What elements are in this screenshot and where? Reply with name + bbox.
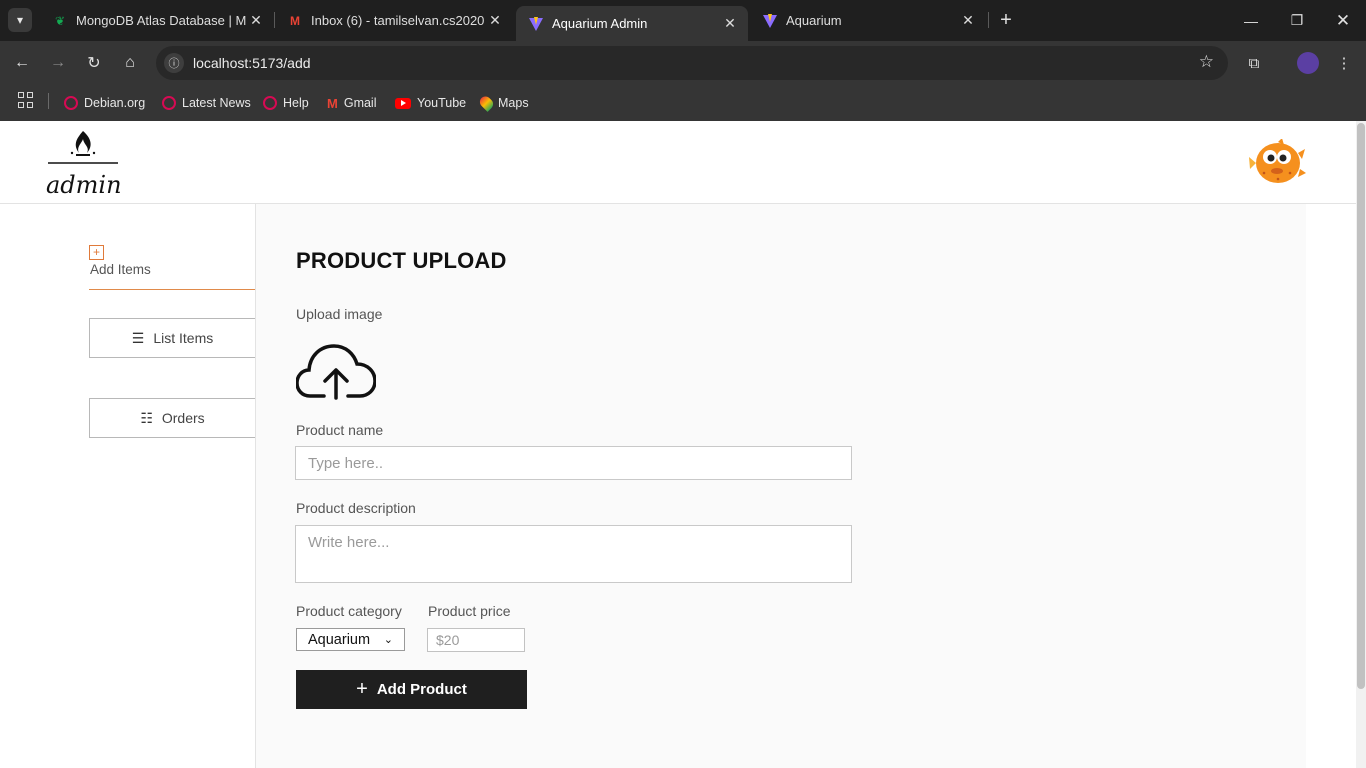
cloud-upload-icon[interactable] <box>295 344 377 400</box>
page: admin + Add Items ☰ List Items ☷ Orders <box>0 121 1356 768</box>
tab-title: Inbox (6) - tamilselvan.cs2020@ <box>311 13 485 28</box>
product-name-input[interactable]: Type here.. <box>295 446 852 480</box>
bookmark-latest-news[interactable]: Latest News <box>162 92 251 114</box>
gmail-icon: M <box>327 95 338 111</box>
product-price-input[interactable]: $20 <box>427 628 525 652</box>
product-price-label: Product price <box>428 603 511 619</box>
sidebar-item-label: Orders <box>161 410 205 426</box>
pufferfish-avatar[interactable] <box>1248 138 1306 187</box>
close-icon[interactable]: ✕ <box>958 12 978 29</box>
youtube-icon <box>395 97 411 109</box>
debian-icon <box>263 96 277 110</box>
maps-pin-icon <box>477 94 496 112</box>
tab-title: MongoDB Atlas Database | Mul <box>76 13 246 28</box>
bookmark-label: YouTube <box>417 96 467 110</box>
window-close-icon[interactable]: ✕ <box>1320 0 1366 41</box>
sidebar-item-orders[interactable]: ☷ Orders <box>89 398 255 438</box>
admin-logo: admin <box>46 129 122 199</box>
product-description-label: Product description <box>296 500 416 516</box>
product-category-select[interactable]: Aquarium ⌄ <box>296 628 405 651</box>
browser-toolbar: ← → ↻ ⌂ ⓘ localhost:5173/add ☆ ⧉ ⋮ <box>0 41 1366 85</box>
product-description-textarea[interactable]: Write here... <box>295 525 852 583</box>
close-icon[interactable]: ✕ <box>485 12 505 29</box>
gmail-icon: M <box>290 13 300 28</box>
sidebar: + Add Items ☰ List Items ☷ Orders <box>0 204 256 768</box>
chevron-down-icon: ⌄ <box>383 634 393 646</box>
url-text[interactable]: localhost:5173/add <box>193 55 311 71</box>
extensions-icon[interactable]: ⧉ <box>1242 51 1266 75</box>
bookmark-label: Latest News <box>182 96 251 110</box>
category-selected-value: Aquarium <box>308 631 371 648</box>
mongodb-leaf-icon: ❦ <box>54 13 66 28</box>
close-icon[interactable]: ✕ <box>246 12 266 29</box>
sidebar-item-add-items[interactable]: + Add Items <box>89 242 255 290</box>
close-icon[interactable]: ✕ <box>720 15 740 32</box>
profile-avatar[interactable] <box>1297 52 1319 74</box>
flame-icon <box>48 131 118 164</box>
product-category-label: Product category <box>296 603 402 619</box>
bookmark-help[interactable]: Help <box>263 92 309 114</box>
page-title: PRODUCT UPLOAD <box>296 248 507 273</box>
bookmark-youtube[interactable]: YouTube <box>395 92 466 114</box>
sidebar-item-list-items[interactable]: ☰ List Items <box>89 318 255 358</box>
bookmark-label: Maps <box>498 96 529 110</box>
debian-icon <box>162 96 176 110</box>
restore-icon[interactable]: ❐ <box>1274 0 1320 41</box>
reload-icon[interactable]: ↻ <box>81 50 107 76</box>
tab-title: Aquarium Admin <box>552 16 648 31</box>
bookmark-gmail[interactable]: M Gmail <box>327 92 377 114</box>
add-product-button[interactable]: + Add Product <box>296 670 527 709</box>
address-bar[interactable]: ⓘ localhost:5173/add ☆ <box>156 46 1228 80</box>
debian-icon <box>64 96 78 110</box>
apps-grid-icon[interactable] <box>18 92 34 108</box>
bookmark-star-icon[interactable]: ☆ <box>1199 52 1214 72</box>
plus-icon: + <box>356 678 368 700</box>
tab-mongodb[interactable]: ❦ MongoDB Atlas Database | Mul ✕ <box>40 0 274 41</box>
product-name-label: Product name <box>296 422 384 438</box>
upload-image-label: Upload image <box>296 306 383 322</box>
add-product-label: Add Product <box>376 681 467 698</box>
admin-header: admin <box>0 121 1356 204</box>
menu-kebab-icon[interactable]: ⋮ <box>1332 51 1356 75</box>
orders-checklist-icon: ☷ <box>140 409 153 426</box>
bookmark-maps[interactable]: Maps <box>477 92 529 114</box>
tab-aquarium[interactable]: Aquarium ✕ <box>750 0 986 41</box>
site-info-icon[interactable]: ⓘ <box>164 53 184 73</box>
tab-aquarium-admin[interactable]: Aquarium Admin ✕ <box>516 6 748 41</box>
vite-icon <box>762 13 778 29</box>
logo-text: admin <box>46 171 122 199</box>
minimize-icon[interactable]: — <box>1228 0 1274 41</box>
bookmark-label: Help <box>283 96 309 110</box>
list-icon: ☰ <box>131 329 145 346</box>
tab-title: Aquarium <box>786 13 842 28</box>
tab-search-icon[interactable]: ▾ <box>8 8 32 32</box>
new-tab-icon[interactable]: + <box>994 8 1018 32</box>
back-icon[interactable]: ← <box>9 50 35 76</box>
tab-gmail[interactable]: M Inbox (6) - tamilselvan.cs2020@ ✕ <box>275 0 513 41</box>
scrollbar-thumb[interactable] <box>1357 123 1365 689</box>
sidebar-item-label: Add Items <box>90 262 151 277</box>
add-icon: + <box>89 245 104 260</box>
browser-tabstrip: ▾ ❦ MongoDB Atlas Database | Mul ✕ M Inb… <box>0 0 1366 41</box>
sidebar-item-label: List Items <box>153 330 214 346</box>
vite-icon <box>528 16 544 32</box>
forward-icon[interactable]: → <box>45 50 71 76</box>
bookmark-label: Gmail <box>343 96 377 110</box>
bookmark-label: Debian.org <box>84 96 146 110</box>
home-icon[interactable]: ⌂ <box>117 50 143 76</box>
main-content: PRODUCT UPLOAD Upload image Product name… <box>256 204 1306 768</box>
bookmark-debian[interactable]: Debian.org <box>64 92 145 114</box>
